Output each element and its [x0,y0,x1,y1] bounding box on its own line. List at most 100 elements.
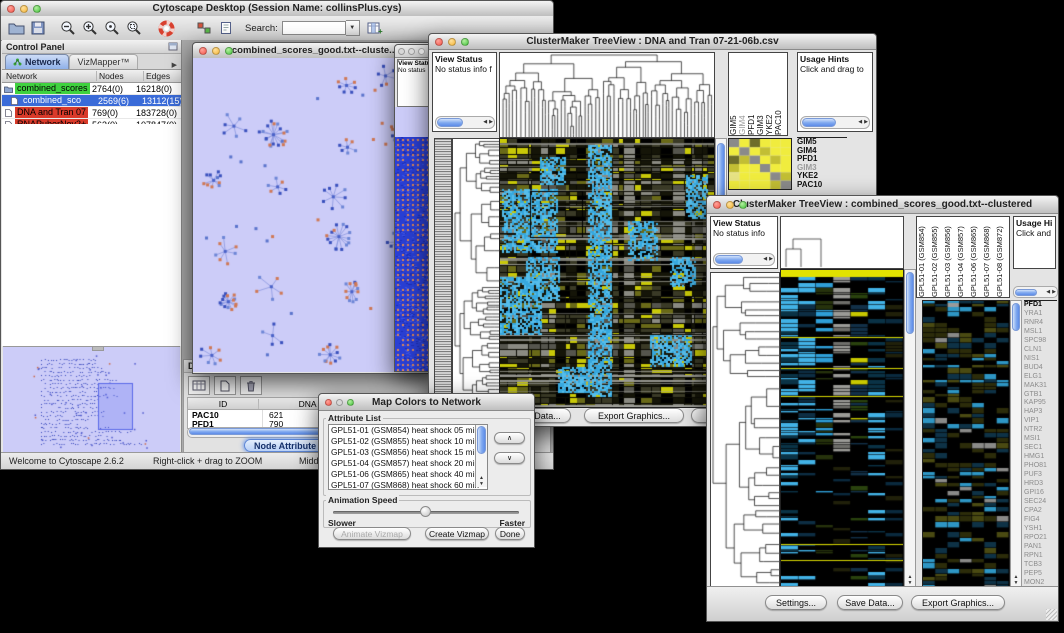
hscroll-thumb[interactable] [437,118,463,127]
birdseye-view[interactable] [3,346,180,453]
open-folder-icon[interactable] [5,18,27,38]
heatmap-column-label[interactable]: GIM3 [756,55,765,135]
heatmap-column-label[interactable]: GPL51-04 (GSM857) [956,219,969,297]
gene-label[interactable]: RPO21 [1024,534,1057,543]
gene-label[interactable]: YSH1 [1024,525,1057,534]
gene-label[interactable]: KAP95 [1024,399,1057,408]
zoom-selected-icon[interactable] [123,18,145,38]
float-panel-icon[interactable] [168,38,178,56]
attribute-list-item[interactable]: GPL51-07 (GSM868) heat shock 60 min [329,480,475,490]
gene-label[interactable]: SPC98 [1024,337,1057,346]
search-dropdown-arrow[interactable]: ▼ [346,20,360,36]
network-row[interactable]: combined_scores2764(0)16218(0) [2,83,181,95]
heatmap-column-label[interactable]: YKE2 [765,55,774,135]
resize-grip[interactable] [1046,609,1057,620]
tv1-status-hscrollbar[interactable]: ◀ ▶ [435,116,495,129]
zoom-out-icon[interactable] [57,18,79,38]
save-data-button[interactable]: Save Data... [837,595,903,610]
minimize-button[interactable] [212,47,220,55]
attribute-browser-icon[interactable]: + [364,18,386,38]
attribute-list-item[interactable]: GPL51-06 (GSM865) heat shock 40 min [329,469,475,480]
scroll-right-icon[interactable]: ▶ [863,118,869,127]
tv2-genelist-vscrollbar[interactable]: ▲▼ [1010,300,1022,587]
treeview1-titlebar[interactable]: ClusterMaker TreeView : DNA and Tran 07-… [429,34,876,50]
tab-network[interactable]: Network [5,54,69,69]
gene-label[interactable]: FIG4 [1024,516,1057,525]
gene-label[interactable]: RPN1 [1024,552,1057,561]
tab-overflow-arrow[interactable]: ▶ [172,61,177,69]
treeview2-titlebar[interactable]: ClusterMaker TreeView : combined_scores_… [707,196,1058,214]
tv2-sub-heatmap[interactable] [922,300,1010,589]
vscroll-thumb[interactable] [1012,303,1020,331]
main-titlebar[interactable]: Cytoscape Desktop (Session Name: collins… [1,1,553,17]
tv2-heatmap-vscrollbar[interactable]: ▲▼ [904,269,916,587]
tv1-column-dendrogram[interactable] [499,52,715,138]
gene-label[interactable]: GPI16 [1024,489,1057,498]
gene-label[interactable]: ELG1 [1024,373,1057,382]
gene-label[interactable]: HRD3 [1024,480,1057,489]
dialog-titlebar[interactable]: Map Colors to Network [319,394,534,411]
gene-label[interactable]: NIS1 [1024,355,1057,364]
zoom-button[interactable] [347,399,354,406]
done-button[interactable]: Done [495,527,525,540]
gene-label[interactable]: PAN1 [1024,543,1057,552]
close-button[interactable] [713,201,721,209]
export-graphics-button[interactable]: Export Graphics... [584,408,684,423]
heatmap-column-label[interactable]: GPL51-02 (GSM855) [930,219,943,297]
heatmap-column-label[interactable]: GPL51-07 (GSM868) [982,219,995,297]
gene-label[interactable]: RNR4 [1024,319,1057,328]
heatmap-column-label[interactable]: GPL51-06 (GSM865) [969,219,982,297]
col-network[interactable]: Network [2,71,97,81]
attribute-list-item[interactable]: GPL51-03 (GSM856) heat shock 15 min [329,447,475,458]
tv1-row-dendrogram[interactable] [452,138,500,408]
vscroll-thumb[interactable] [477,426,486,454]
close-button[interactable] [199,47,207,55]
birdseye-canvas[interactable] [3,347,180,452]
gene-label[interactable]: GTB1 [1024,391,1057,400]
zoom-button[interactable] [225,47,233,55]
minimize-button[interactable] [448,38,456,46]
tv1-hints-hscrollbar[interactable]: ◀ ▶ [800,116,870,129]
gene-label[interactable]: VIP1 [1024,417,1057,426]
gene-label[interactable]: PFD1 [1024,301,1057,310]
gene-label[interactable]: PHO81 [1024,462,1057,471]
settings-button[interactable]: Settings... [765,595,827,610]
network-row[interactable]: DNA and Tran 07769(0)183728(0) [2,107,181,119]
scroll-right-icon[interactable]: ▶ [488,118,494,127]
hscroll-thumb[interactable] [715,255,743,264]
close-button[interactable] [435,38,443,46]
hscroll-thumb[interactable] [802,118,836,127]
tv2-heatmap[interactable] [780,269,904,589]
tv1-heatmap[interactable] [499,138,715,408]
matrix-row-label[interactable]: PAC10 [797,181,847,190]
attribute-list-vscrollbar[interactable]: ▲▼ [475,425,487,487]
gene-label[interactable]: PUF3 [1024,471,1057,480]
close-button[interactable] [325,399,332,406]
heatmap-column-label[interactable]: PAC10 [774,55,783,135]
create-vizmap-button[interactable]: Create Vizmap [425,527,489,540]
scroll-right-icon[interactable]: ▶ [1051,288,1057,297]
tv2-genelist-hscrollbar[interactable]: ◀ ▶ [1013,286,1058,298]
attribute-list-item[interactable]: GPL51-02 (GSM855) heat shock 10 min [329,436,475,447]
gene-label[interactable]: HAP3 [1024,408,1057,417]
close-button[interactable] [7,5,15,13]
export-graphics-button[interactable]: Export Graphics... [911,595,1005,610]
heatmap-column-label[interactable]: GPL51-08 (GSM872) [995,219,1008,297]
gene-label[interactable]: TCB3 [1024,561,1057,570]
tv2-row-dendrogram[interactable] [710,272,780,589]
delete-attribute-icon[interactable] [240,376,262,395]
tv2-column-dendrogram[interactable] [780,216,904,269]
attribute-list-item[interactable]: GPL51-04 (GSM857) heat shock 20 min [329,458,475,469]
gene-label[interactable]: HMG1 [1024,453,1057,462]
new-attribute-icon[interactable] [214,376,236,395]
heatmap-column-label[interactable]: GPL51-03 (GSM856) [943,219,956,297]
tab-vizmapper[interactable]: VizMapper™ [69,54,139,69]
tv2-status-hscrollbar[interactable]: ◀ ▶ [713,253,775,266]
move-up-button[interactable]: ∧ [494,432,525,444]
zoom-in-icon[interactable] [79,18,101,38]
heatmap-column-label[interactable]: GPL51-01 (GSM854) [917,219,930,297]
zoom-button[interactable] [739,201,747,209]
zoom-fit-icon[interactable] [101,18,123,38]
close-button[interactable] [398,48,405,55]
id-column-header[interactable]: ID [188,399,259,409]
